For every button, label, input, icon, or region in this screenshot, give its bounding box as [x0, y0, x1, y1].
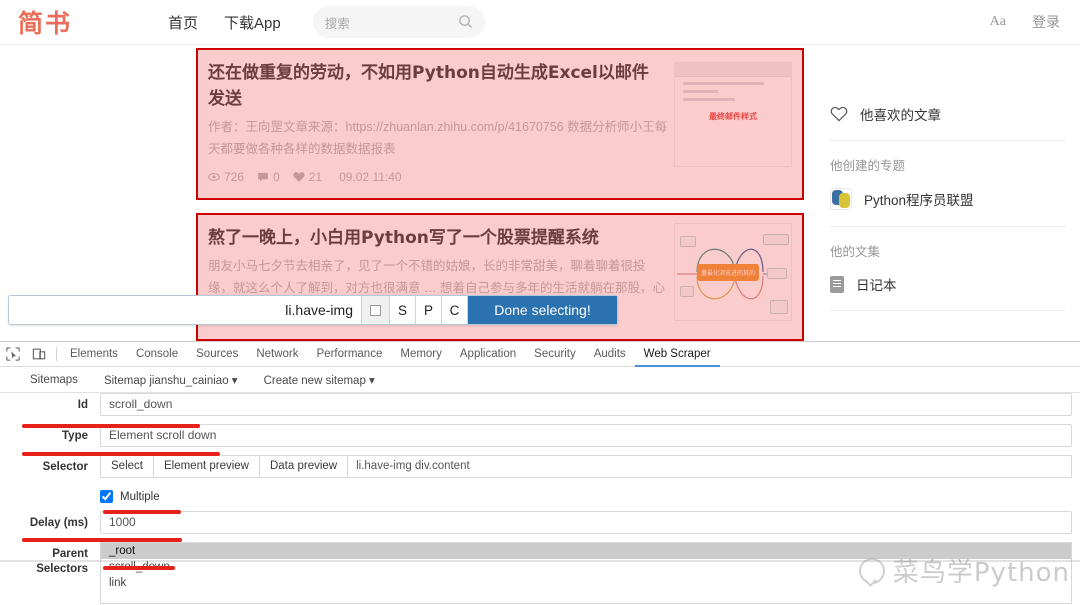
checkbox-icon	[370, 304, 381, 316]
form-row-delay: Delay (ms) 1000	[0, 511, 1080, 534]
article-meta: 726 0 21 09.02 11:40	[208, 170, 402, 184]
search-icon	[458, 14, 473, 34]
comments-count: 0	[273, 170, 280, 184]
thumbnail-caption: 最终邮件样式	[709, 112, 757, 121]
element-preview-button[interactable]: Element preview	[152, 455, 259, 478]
views-count: 726	[224, 170, 245, 184]
header-right: Aa 登录	[990, 12, 1060, 32]
subbar-sitemaps[interactable]: Sitemaps	[30, 374, 78, 386]
views-meta: 726	[208, 170, 244, 184]
article-date: 09.02 11:40	[339, 170, 402, 184]
form-row-multiple: Multiple	[0, 486, 1080, 503]
watermark-logo-icon	[858, 557, 885, 584]
heart-icon	[293, 172, 305, 182]
article-abstract: 作者：王向罡文章来源：https://zhuanlan.zhihu.com/p/…	[208, 120, 668, 156]
search-placeholder: 搜索	[324, 16, 350, 31]
selector-label: Selector	[42, 461, 88, 473]
comments-meta: 0	[257, 170, 280, 184]
delay-input[interactable]: 1000	[100, 511, 1072, 534]
annotation-marker-delay	[22, 538, 182, 542]
screenshot-root: 简书 首页 下载App 搜索 Aa 登录 还在做重复的劳动，不如用Python自…	[0, 0, 1080, 605]
tab-performance[interactable]: Performance	[308, 342, 392, 367]
multiple-label[interactable]: Multiple	[120, 491, 160, 503]
id-input[interactable]: scroll_down	[100, 393, 1072, 416]
sidebar-item-collection[interactable]: Python程序员联盟	[830, 184, 1066, 226]
font-size-toggle[interactable]: Aa	[990, 14, 1006, 30]
tab-network[interactable]: Network	[247, 342, 307, 367]
device-toolbar-icon[interactable]	[26, 342, 52, 367]
tab-elements[interactable]: Elements	[61, 342, 127, 367]
likes-count: 21	[308, 170, 323, 184]
login-link[interactable]: 登录	[1032, 12, 1060, 32]
toolbar-divider	[56, 347, 57, 361]
watermark-text: 菜鸟学Python	[892, 558, 1070, 588]
sidebar-item-notebook[interactable]: 日记本	[830, 270, 1066, 310]
web-scraper-selector-toolbar[interactable]: li.have-img S P C Done selecting!	[8, 295, 618, 325]
done-selecting-button[interactable]: Done selecting!	[467, 296, 617, 324]
site-header: 简书 首页 下载App 搜索 Aa 登录	[0, 0, 1080, 45]
form-row-selector: Selector Select Element preview Data pre…	[0, 455, 1080, 478]
notebook-icon	[830, 275, 844, 293]
selector-key-c[interactable]: C	[441, 296, 467, 324]
selector-input[interactable]: li.have-img div.content	[347, 455, 1072, 478]
type-select[interactable]: Element scroll down	[100, 424, 1072, 447]
heart-outline-icon	[830, 106, 848, 122]
tab-web-scraper[interactable]: Web Scraper	[634, 342, 720, 367]
subbar-create-sitemap-dropdown[interactable]: Create new sitemap ▾	[264, 373, 375, 387]
selector-key-s[interactable]: S	[389, 296, 415, 324]
annotation-marker-type	[22, 452, 220, 456]
notebook-label: 日记本	[856, 278, 897, 293]
tab-application[interactable]: Application	[451, 342, 525, 367]
selector-value-field[interactable]: li.have-img	[9, 296, 361, 324]
annotation-marker-parent	[103, 566, 175, 570]
profile-sidebar: 他喜欢的文章 他创建的专题 Python程序员联盟 他的文集 日记本	[830, 90, 1066, 311]
selector-enable-checkbox[interactable]	[361, 296, 389, 324]
site-logo[interactable]: 简书	[18, 4, 168, 40]
sidebar-liked-label: 他喜欢的文章	[860, 108, 941, 123]
subbar-sitemap-dropdown[interactable]: Sitemap jianshu_cainiao ▾	[104, 373, 238, 387]
article-title[interactable]: 熬了一晚上，小白用Python写了一个股票提醒系统	[208, 225, 663, 251]
tab-sources[interactable]: Sources	[187, 342, 247, 367]
multiple-spacer	[0, 486, 100, 491]
annotation-marker-multiple	[103, 510, 181, 514]
sidebar-item-liked-articles[interactable]: 他喜欢的文章	[830, 90, 1066, 140]
python-logo-icon	[830, 188, 852, 210]
watermark: 菜鸟学Python	[858, 552, 1070, 589]
inspect-icon[interactable]	[0, 342, 26, 367]
article-card[interactable]: 还在做重复的劳动，不如用Python自动生成Excel以邮件发送 作者：王向罡文…	[196, 48, 804, 200]
nav-download-app[interactable]: 下载App	[224, 12, 281, 33]
likes-meta: 21	[293, 170, 322, 184]
tab-console[interactable]: Console	[127, 342, 187, 367]
data-preview-button[interactable]: Data preview	[258, 455, 348, 478]
thumbnail-caption: 量最化浏览进的其的	[697, 264, 759, 281]
web-scraper-subbar: Sitemaps Sitemap jianshu_cainiao ▾ Creat…	[0, 367, 1080, 393]
select-button[interactable]: Select	[100, 455, 153, 478]
article-thumbnail: 最终邮件样式	[674, 62, 792, 167]
devtools-tab-bar: Elements Console Sources Network Perform…	[0, 342, 1080, 367]
comment-icon	[258, 172, 268, 182]
nav-home[interactable]: 首页	[168, 12, 198, 33]
sidebar-notebooks-heading: 他的文集	[830, 245, 881, 259]
multiple-checkbox[interactable]	[100, 490, 113, 503]
web-page-area: 简书 首页 下载App 搜索 Aa 登录 还在做重复的劳动，不如用Python自…	[0, 0, 1080, 341]
collection-label: Python程序员联盟	[864, 193, 974, 208]
article-thumbnail: 量最化浏览进的其的	[674, 223, 792, 321]
id-label: Id	[77, 399, 88, 411]
mindmap-image: 量最化浏览进的其的	[675, 224, 791, 320]
form-row-id: Id scroll_down	[0, 393, 1080, 416]
tab-audits[interactable]: Audits	[585, 342, 635, 367]
delay-label: Delay (ms)	[29, 517, 88, 529]
parent-label-line2: Selectors	[36, 563, 88, 575]
eye-icon	[208, 173, 220, 181]
tab-security[interactable]: Security	[525, 342, 585, 367]
sidebar-collections-heading: 他创建的专题	[830, 159, 906, 173]
search-box[interactable]: 搜索	[312, 6, 485, 38]
selector-key-p[interactable]: P	[415, 296, 441, 324]
sidebar-divider	[830, 310, 1066, 311]
article-abstract: 朋友小马七夕节去相亲了，见了一个不错的姑娘，长的非常甜美，聊着聊着很投缘，就这么…	[208, 259, 665, 295]
tab-memory[interactable]: Memory	[391, 342, 451, 367]
annotation-marker-id	[22, 424, 200, 428]
article-title[interactable]: 还在做重复的劳动，不如用Python自动生成Excel以邮件发送	[208, 60, 663, 112]
